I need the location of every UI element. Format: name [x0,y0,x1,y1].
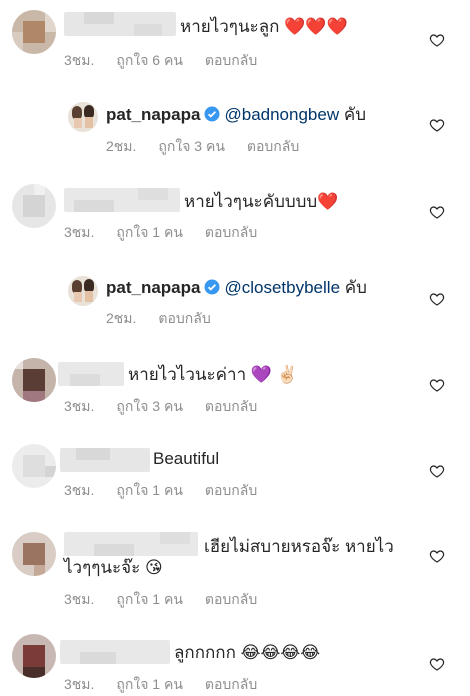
comment-meta: 3ชม. ถูกใจ 1 คน ตอบกลับ [64,480,279,502]
avatar[interactable] [12,634,56,678]
comment-text-continued: ไวๆๆนะจ๊ะ 😘 [64,558,163,577]
blurred-username[interactable] [60,640,170,664]
mention-link[interactable]: @badnongbew [224,105,339,124]
comment-6: Beautiful 3ชม. ถูกใจ 1 คน ตอบกลับ [0,428,470,514]
comment-text: หายไวไวนะค่าา 💜 ✌🏻 [128,365,298,384]
avatar[interactable] [68,102,98,132]
reply-button[interactable]: ตอบกลับ [158,310,210,326]
blurred-username[interactable] [64,12,176,36]
likes-count[interactable]: ถูกใจ 1 คน [116,591,183,607]
comment-text: เฮียไม่สบายหรอจ๊ะ หายไว [204,537,394,556]
blurred-username[interactable] [64,188,180,212]
comment-4: pat_napapa @closetbybelle คับ 2ชม. ตอบกลับ [0,256,470,342]
laughing-emoji: 😂😂😂😂 [240,643,321,662]
avatar[interactable] [12,358,56,402]
likes-count[interactable]: ถูกใจ 1 คน [116,224,183,240]
reply-button[interactable]: ตอบกลับ [205,52,257,68]
timestamp: 3ชม. [64,398,95,414]
timestamp: 3ชม. [64,676,95,692]
likes-count[interactable]: ถูกใจ 6 คน [116,52,183,68]
username[interactable]: pat_napapa [106,105,200,124]
likes-count[interactable]: ถูกใจ 3 คน [158,138,225,154]
comment-meta: 3ชม. ถูกใจ 1 คน ตอบกลับ [64,589,279,611]
timestamp: 3ชม. [64,224,95,240]
comment-2: pat_napapa @badnongbew คับ 2ชม. ถูกใจ 3 คน… [0,80,470,166]
verified-badge-icon [204,106,220,122]
heart-peace-emoji: 💜 ✌🏻 [250,365,298,384]
comment-7: เฮียไม่สบายหรอจ๊ะ หายไว ไวๆๆนะจ๊ะ 😘 3ชม.… [0,514,470,618]
reply-button[interactable]: ตอบกลับ [205,482,257,498]
avatar[interactable] [12,444,56,488]
comment-text: pat_napapa @badnongbew คับ [106,105,367,124]
reply-button[interactable]: ตอบกลับ [205,591,257,607]
timestamp: 3ชม. [64,482,95,498]
heart-icon[interactable] [429,291,445,307]
reply-button[interactable]: ตอบกลับ [205,224,257,240]
comment-meta: 2ชม. ตอบกลับ [106,308,233,330]
likes-count[interactable]: ถูกใจ 1 คน [116,482,183,498]
heart-icon[interactable] [429,117,445,133]
comment-meta: 2ชม. ถูกใจ 3 คน ตอบกลับ [106,136,321,158]
comment-3: หายไวๆนะคับบบบ❤️ 3ชม. ถูกใจ 1 คน ตอบกลับ [0,166,470,256]
reply-button[interactable]: ตอบกลับ [205,398,257,414]
comment-meta: 3ชม. ถูกใจ 1 คน ตอบกลับ [64,222,279,244]
blurred-username[interactable] [58,362,124,386]
mention-link[interactable]: @closetbybelle [224,278,340,297]
avatar[interactable] [12,10,56,54]
timestamp: 3ชม. [64,591,95,607]
comment-text: Beautiful [153,449,220,468]
heart-icon[interactable] [429,204,445,220]
avatar[interactable] [12,532,56,576]
comment-8: ลูกกกกก 😂😂😂😂 3ชม. ถูกใจ 1 คน ตอบกลับ [0,618,470,696]
verified-badge-icon [204,279,220,295]
likes-count[interactable]: ถูกใจ 3 คน [116,398,183,414]
avatar[interactable] [68,276,98,306]
comment-meta: 3ชม. ถูกใจ 3 คน ตอบกลับ [64,396,279,418]
avatar[interactable] [12,184,56,228]
comment-text: ลูกกกกก 😂😂😂😂 [174,643,321,662]
likes-count[interactable]: ถูกใจ 1 คน [116,676,183,692]
heart-emoji: ❤️ [317,192,339,211]
heart-icon[interactable] [429,656,445,672]
heart-icon[interactable] [429,548,445,564]
timestamp: 2ชม. [106,310,137,326]
blurred-username[interactable] [60,448,150,472]
reply-button[interactable]: ตอบกลับ [247,138,299,154]
comment-text: หายไวๆนะลูก ❤️❤️❤️ [180,17,348,36]
comment-meta: 3ชม. ถูกใจ 6 คน ตอบกลับ [64,50,279,72]
username[interactable]: pat_napapa [106,278,200,297]
comment-1: หายไวๆนะลูก ❤️❤️❤️ 3ชม. ถูกใจ 6 คน ตอบกลับ [0,0,470,80]
heart-icon[interactable] [429,377,445,393]
blurred-username[interactable] [64,532,198,556]
comment-meta: 3ชม. ถูกใจ 1 คน ตอบกลับ [64,674,279,696]
comment-text: pat_napapa @closetbybelle คับ [106,278,367,297]
comment-5: หายไวไวนะค่าา 💜 ✌🏻 3ชม. ถูกใจ 3 คน ตอบกลับ [0,342,470,428]
heart-icon[interactable] [429,463,445,479]
comment-text: หายไวๆนะคับบบบ❤️ [184,192,339,211]
reply-button[interactable]: ตอบกลับ [205,676,257,692]
kiss-emoji: 😘 [144,558,163,577]
timestamp: 3ชม. [64,52,95,68]
heart-icon[interactable] [429,32,445,48]
timestamp: 2ชม. [106,138,137,154]
hearts-emoji: ❤️❤️❤️ [284,17,348,36]
